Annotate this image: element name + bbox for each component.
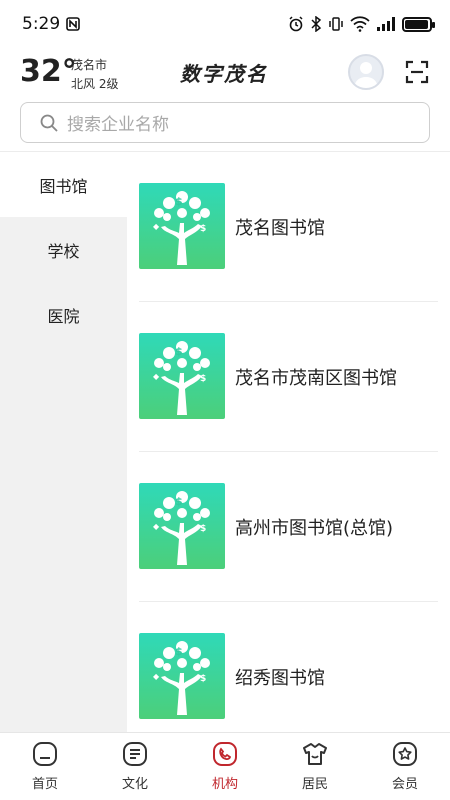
- search-placeholder: 搜索企业名称: [67, 115, 169, 135]
- weather-city: 茂名市: [71, 58, 108, 72]
- nav-item-institution[interactable]: 机构: [180, 733, 270, 800]
- sidebar-item-hospital[interactable]: 医院: [0, 282, 127, 347]
- header: 32° 茂名市 北风 2级 数字茂名: [0, 48, 450, 100]
- nav-label: 会员: [391, 777, 418, 792]
- svg-text:$: $: [200, 674, 206, 684]
- avatar[interactable]: [348, 54, 384, 90]
- alarm-icon: [289, 16, 303, 32]
- status-left: 5:29: [22, 14, 80, 34]
- nav-label: 机构: [211, 777, 238, 792]
- sidebar-item-label: 学校: [47, 241, 80, 261]
- library-tree-thumbnail: $ $ ◆: [139, 483, 225, 569]
- signal-icon: [377, 17, 395, 31]
- nav-label: 首页: [31, 777, 58, 792]
- list-item[interactable]: $ $ ◆ 茂名图书馆: [127, 152, 450, 302]
- list-item[interactable]: $ $ ◆ 高州市图书馆(总馆): [127, 452, 450, 602]
- svg-text:◆: ◆: [153, 672, 160, 681]
- sidebar-item-library[interactable]: 图书馆: [0, 152, 127, 217]
- bottom-nav: 首页 文化 机构 居民 会员: [0, 732, 450, 800]
- institution-name: 茂名图书馆: [235, 218, 325, 239]
- library-tree-thumbnail: $ $ ◆: [139, 183, 225, 269]
- status-bar: 5:29: [0, 0, 450, 48]
- nav-label: 居民: [301, 777, 328, 792]
- home-icon: [33, 742, 57, 766]
- library-tree-thumbnail: $ $ ◆: [139, 633, 225, 719]
- svg-text:◆: ◆: [153, 372, 160, 381]
- svg-text:$: $: [200, 524, 206, 534]
- wifi-icon: [350, 16, 370, 32]
- nav-item-culture[interactable]: 文化: [90, 733, 180, 800]
- user-icon: [354, 62, 378, 88]
- temperature: 32°: [20, 54, 77, 89]
- status-time: 5:29: [22, 14, 61, 34]
- sidebar-item-label: 医院: [47, 306, 80, 326]
- svg-text:$: $: [175, 495, 183, 508]
- member-icon: [393, 742, 417, 766]
- nav-item-member[interactable]: 会员: [360, 733, 450, 800]
- status-right: [288, 16, 435, 32]
- bluetooth-icon: [311, 16, 322, 32]
- battery-fill: [405, 19, 428, 29]
- institution-icon: [213, 742, 237, 766]
- nav-item-resident[interactable]: 居民: [270, 733, 360, 800]
- svg-text:◆: ◆: [153, 522, 160, 531]
- institution-name: 高州市图书馆(总馆): [235, 518, 394, 539]
- resident-icon: [303, 743, 327, 765]
- svg-text:$: $: [200, 224, 206, 234]
- library-tree-thumbnail: $ $ ◆: [139, 333, 225, 419]
- vibrate-icon: [329, 17, 343, 31]
- nfc-icon: [66, 17, 80, 31]
- svg-text:$: $: [175, 345, 183, 358]
- svg-text:$: $: [200, 374, 206, 384]
- battery-icon: [402, 16, 435, 32]
- institution-name: 绍秀图书馆: [235, 668, 325, 689]
- nav-label: 文化: [121, 777, 148, 792]
- search-icon: [40, 114, 58, 132]
- svg-text:◆: ◆: [153, 222, 160, 231]
- category-sidebar: 图书馆 学校 医院: [0, 152, 127, 732]
- sidebar-item-label: 图书馆: [39, 176, 88, 196]
- institution-list: $ $ ◆ 茂名图书馆 $ $ ◆ 茂名市茂南区图书馆 $ $ ◆ 高州市图书馆…: [127, 152, 450, 732]
- culture-icon: [123, 742, 147, 766]
- list-item[interactable]: $ $ ◆ 茂名市茂南区图书馆: [127, 302, 450, 452]
- institution-name: 茂名市茂南区图书馆: [235, 368, 397, 389]
- list-item[interactable]: $ $ ◆ 绍秀图书馆: [127, 602, 450, 732]
- search-input[interactable]: 搜索企业名称: [20, 102, 430, 143]
- svg-text:$: $: [175, 645, 183, 658]
- nav-item-home[interactable]: 首页: [0, 733, 90, 800]
- scan-icon[interactable]: [405, 60, 429, 84]
- svg-text:$: $: [175, 195, 183, 208]
- sidebar-item-school[interactable]: 学校: [0, 217, 127, 282]
- weather-wind: 北风 2级: [71, 77, 119, 91]
- app-title: 数字茂名: [180, 62, 268, 86]
